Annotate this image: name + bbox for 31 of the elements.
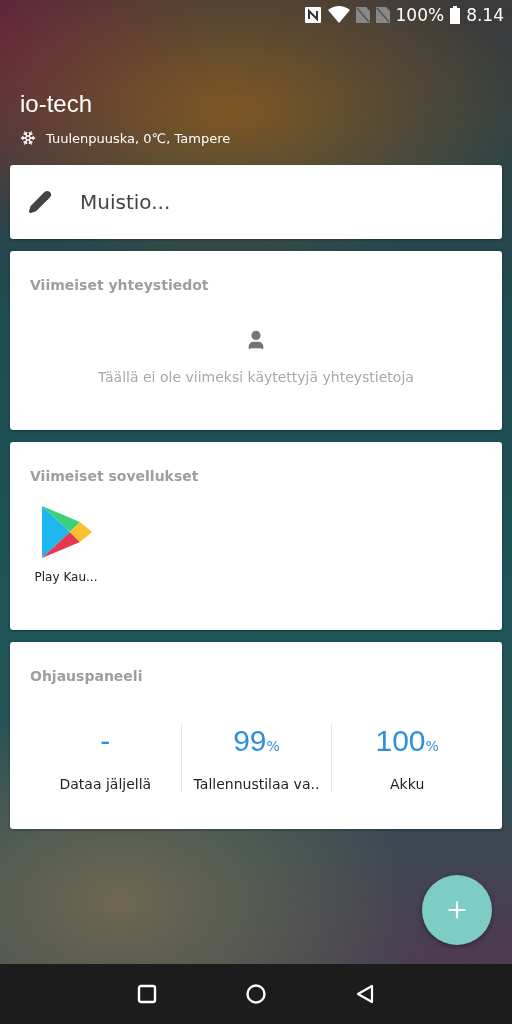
stat-label: Tallennustilaa va.. bbox=[193, 776, 320, 792]
weather-text: Tuulenpuuska, 0℃, Tampere bbox=[46, 130, 231, 146]
clock: 8.14 bbox=[466, 5, 504, 25]
page-title: io-tech bbox=[20, 90, 94, 118]
battery-percent: 100% bbox=[395, 5, 445, 25]
no-sim-icon bbox=[355, 7, 370, 23]
app-label[interactable]: Play Kau... bbox=[34, 570, 98, 584]
nfc-icon bbox=[303, 6, 322, 24]
card-title: Viimeiset yhteystiedot bbox=[30, 277, 209, 293]
card-title: Viimeiset sovellukset bbox=[30, 468, 199, 484]
stat-unit: % bbox=[266, 738, 280, 754]
stat-label: Akku bbox=[390, 776, 425, 792]
back-icon[interactable] bbox=[355, 984, 375, 1004]
notes-card[interactable]: Muistio... bbox=[10, 165, 502, 239]
play-triangle-icon[interactable] bbox=[40, 504, 92, 560]
notes-placeholder: Muistio... bbox=[80, 190, 171, 214]
add-button[interactable] bbox=[422, 875, 492, 945]
recents-icon[interactable] bbox=[137, 984, 157, 1004]
stat-value: - bbox=[100, 724, 111, 758]
card-title: Ohjauspaneeli bbox=[30, 668, 143, 684]
home-icon[interactable] bbox=[245, 983, 267, 1005]
pencil-icon bbox=[28, 190, 52, 214]
empty-message: Täällä ei ole viimeksi käytettyjä yhteystietoja bbox=[98, 369, 414, 385]
stat-unit: % bbox=[425, 738, 439, 754]
stat-label: Dataa jäljellä bbox=[59, 776, 152, 792]
wifi-icon bbox=[327, 6, 350, 24]
battery-icon bbox=[450, 6, 461, 24]
snowflake-icon bbox=[20, 130, 36, 146]
stat-value: 99 bbox=[233, 724, 267, 758]
no-sim-icon bbox=[375, 7, 390, 23]
stat-value: 100 bbox=[375, 724, 426, 758]
